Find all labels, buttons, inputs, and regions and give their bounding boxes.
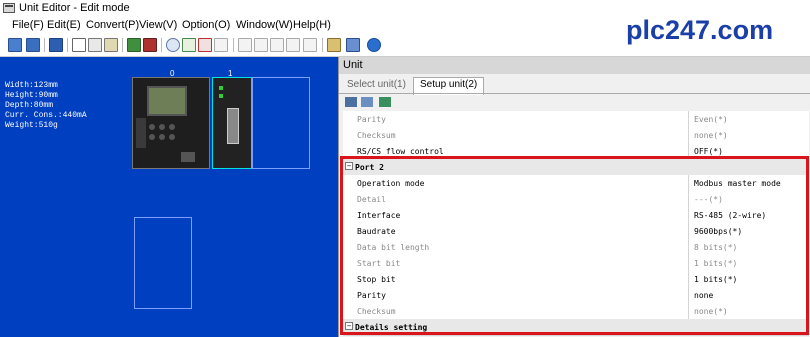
- cpu-key: [149, 134, 155, 140]
- unit-canvas[interactable]: Width:123mm Height:90mm Depth:80mm Curr.…: [0, 57, 338, 337]
- help-icon[interactable]: [367, 38, 381, 52]
- toolbar-separator: [67, 38, 68, 52]
- unit-icon[interactable]: [286, 38, 300, 52]
- property-name: Checksum: [357, 131, 396, 140]
- sort-icon[interactable]: [345, 97, 357, 107]
- copy-icon[interactable]: [88, 38, 102, 52]
- panel-title: Unit: [343, 59, 363, 71]
- cpu-key: [169, 134, 175, 140]
- unit-setup-icon[interactable]: [346, 38, 360, 52]
- toolbar-separator: [122, 38, 123, 52]
- dsub-connector: [227, 108, 239, 144]
- comm-module[interactable]: [212, 77, 252, 169]
- window-title: Unit Editor - Edit mode: [19, 2, 130, 14]
- cpu-key: [169, 124, 175, 130]
- unit-icon[interactable]: [254, 38, 268, 52]
- status-led: [219, 94, 223, 98]
- spec-depth: Depth:80mm: [5, 101, 54, 110]
- cpu-terminal: [136, 118, 146, 148]
- property-value[interactable]: OFF(*): [694, 147, 723, 156]
- toolbar-separator: [233, 38, 234, 52]
- filter-icon[interactable]: [361, 97, 373, 107]
- highlight-box: [340, 156, 809, 335]
- cpu-unit[interactable]: [132, 77, 210, 169]
- cpu-keypad: [149, 124, 179, 146]
- column-divider: [688, 127, 689, 143]
- save-icon[interactable]: [49, 38, 63, 52]
- status-led: [219, 86, 223, 90]
- menu-view[interactable]: View(V): [139, 19, 177, 31]
- cpu-key: [159, 124, 165, 130]
- cpu-display: [147, 86, 187, 116]
- toolbar-separator: [161, 38, 162, 52]
- search-icon[interactable]: [166, 38, 180, 52]
- spec-height: Height:90mm: [5, 91, 58, 100]
- spec-weight: Weight:510g: [5, 121, 58, 130]
- empty-slot[interactable]: [252, 77, 310, 169]
- property-value[interactable]: none(*): [694, 131, 728, 140]
- new-project-icon[interactable]: [8, 38, 22, 52]
- cpu-key: [149, 124, 155, 130]
- property-name: RS/CS flow control: [357, 147, 444, 156]
- unit-icon[interactable]: [238, 38, 252, 52]
- verify-icon[interactable]: [198, 38, 212, 52]
- view-icon[interactable]: [379, 97, 391, 107]
- menu-file[interactable]: File(F): [12, 19, 44, 31]
- menu-edit[interactable]: Edit(E): [47, 19, 81, 31]
- menu-option[interactable]: Option(O): [182, 19, 230, 31]
- unit-icon[interactable]: [303, 38, 317, 52]
- property-name: Parity: [357, 115, 386, 124]
- disabled-icon[interactable]: [214, 38, 228, 52]
- tab-divider: [339, 93, 810, 94]
- app-icon: [3, 3, 15, 13]
- cpu-key: [159, 134, 165, 140]
- menu-help[interactable]: Help(H): [293, 19, 331, 31]
- unit-icon[interactable]: [270, 38, 284, 52]
- register-icon[interactable]: [143, 38, 157, 52]
- edit-icon[interactable]: [127, 38, 141, 52]
- menu-convert[interactable]: Convert(P): [86, 19, 139, 31]
- wrench-icon[interactable]: [327, 38, 341, 52]
- check-icon[interactable]: [182, 38, 196, 52]
- property-row[interactable]: Parity Even(*): [343, 111, 809, 128]
- watermark: plc247.com: [626, 15, 774, 45]
- spec-width: Width:123mm: [5, 81, 58, 90]
- spec-current: Curr. Cons.:440mA: [5, 111, 87, 120]
- cut-icon[interactable]: [72, 38, 86, 52]
- paste-icon[interactable]: [104, 38, 118, 52]
- menu-window[interactable]: Window(W): [236, 19, 293, 31]
- open-project-icon[interactable]: [26, 38, 40, 52]
- property-row[interactable]: Checksum none(*): [343, 127, 809, 144]
- column-divider: [688, 111, 689, 127]
- panel-header: Unit: [339, 57, 810, 74]
- toolbar-separator: [322, 38, 323, 52]
- property-value[interactable]: Even(*): [694, 115, 728, 124]
- cpu-port: [181, 152, 195, 162]
- toolbar-separator: [44, 38, 45, 52]
- empty-slot[interactable]: [134, 217, 192, 309]
